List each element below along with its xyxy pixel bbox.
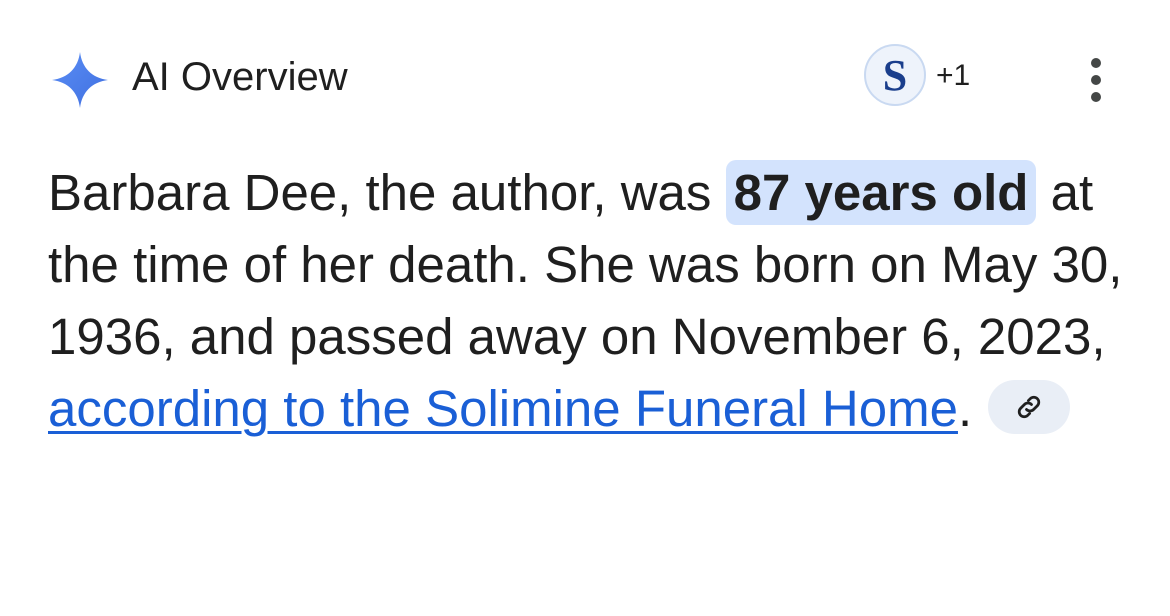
ai-overview-title: AI Overview [132, 55, 348, 99]
answer-highlight: 87 years old [725, 160, 1037, 225]
source-avatar[interactable]: S [864, 44, 926, 106]
answer-text-before: Barbara Dee, the author, was [48, 164, 726, 221]
source-avatar-letter: S [882, 51, 908, 100]
more-options-button[interactable] [1078, 58, 1114, 102]
source-link[interactable]: according to the Solimine Funeral Home [48, 380, 958, 437]
more-vert-icon [1091, 58, 1101, 68]
ai-overview-answer: Barbara Dee, the author, was 87 years ol… [48, 157, 1128, 445]
answer-text-after: . [957, 380, 973, 437]
link-chip-button[interactable] [988, 379, 1071, 434]
source-count-badge[interactable]: +1 [936, 59, 970, 93]
ai-overview-header: AI Overview S +1 [48, 44, 1128, 110]
link-icon [1017, 395, 1041, 418]
sparkle-icon [52, 52, 108, 108]
